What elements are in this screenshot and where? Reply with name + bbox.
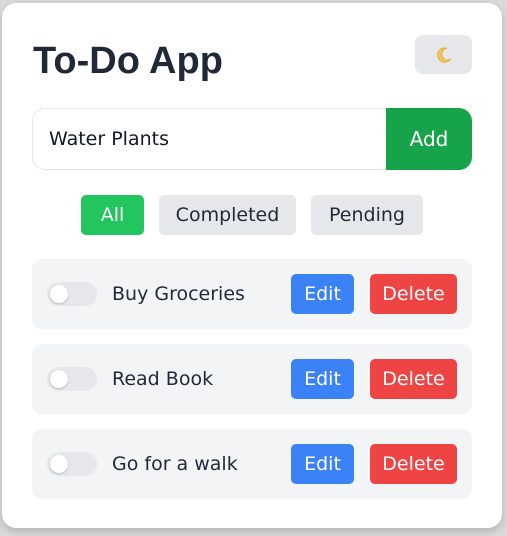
task-complete-toggle[interactable] bbox=[47, 367, 97, 391]
delete-button[interactable]: Delete bbox=[370, 359, 457, 399]
task-label: Buy Groceries bbox=[112, 283, 245, 305]
toggle-knob bbox=[50, 370, 68, 388]
add-button[interactable]: Add bbox=[386, 108, 472, 170]
toggle-knob bbox=[50, 455, 68, 473]
filter-pending-button[interactable]: Pending bbox=[311, 195, 423, 235]
toggle-knob bbox=[50, 285, 68, 303]
new-task-input[interactable] bbox=[32, 108, 386, 170]
app-title: To-Do App bbox=[33, 40, 223, 82]
task-item: Read Book Edit Delete bbox=[32, 344, 472, 414]
crescent-moon-icon bbox=[436, 46, 451, 63]
task-complete-toggle[interactable] bbox=[47, 452, 97, 476]
add-task-row: Add bbox=[32, 108, 472, 170]
task-item: Buy Groceries Edit Delete bbox=[32, 259, 472, 329]
todo-card: To-Do App Add All Completed Pending Buy … bbox=[2, 3, 502, 528]
edit-button[interactable]: Edit bbox=[291, 359, 354, 399]
edit-button[interactable]: Edit bbox=[291, 274, 354, 314]
task-label: Go for a walk bbox=[112, 453, 238, 475]
task-label: Read Book bbox=[112, 368, 214, 390]
filter-all-button[interactable]: All bbox=[81, 195, 144, 235]
task-item: Go for a walk Edit Delete bbox=[32, 429, 472, 499]
delete-button[interactable]: Delete bbox=[370, 274, 457, 314]
theme-toggle-button[interactable] bbox=[415, 35, 472, 74]
edit-button[interactable]: Edit bbox=[291, 444, 354, 484]
filter-completed-button[interactable]: Completed bbox=[159, 195, 296, 235]
task-complete-toggle[interactable] bbox=[47, 282, 97, 306]
delete-button[interactable]: Delete bbox=[370, 444, 457, 484]
